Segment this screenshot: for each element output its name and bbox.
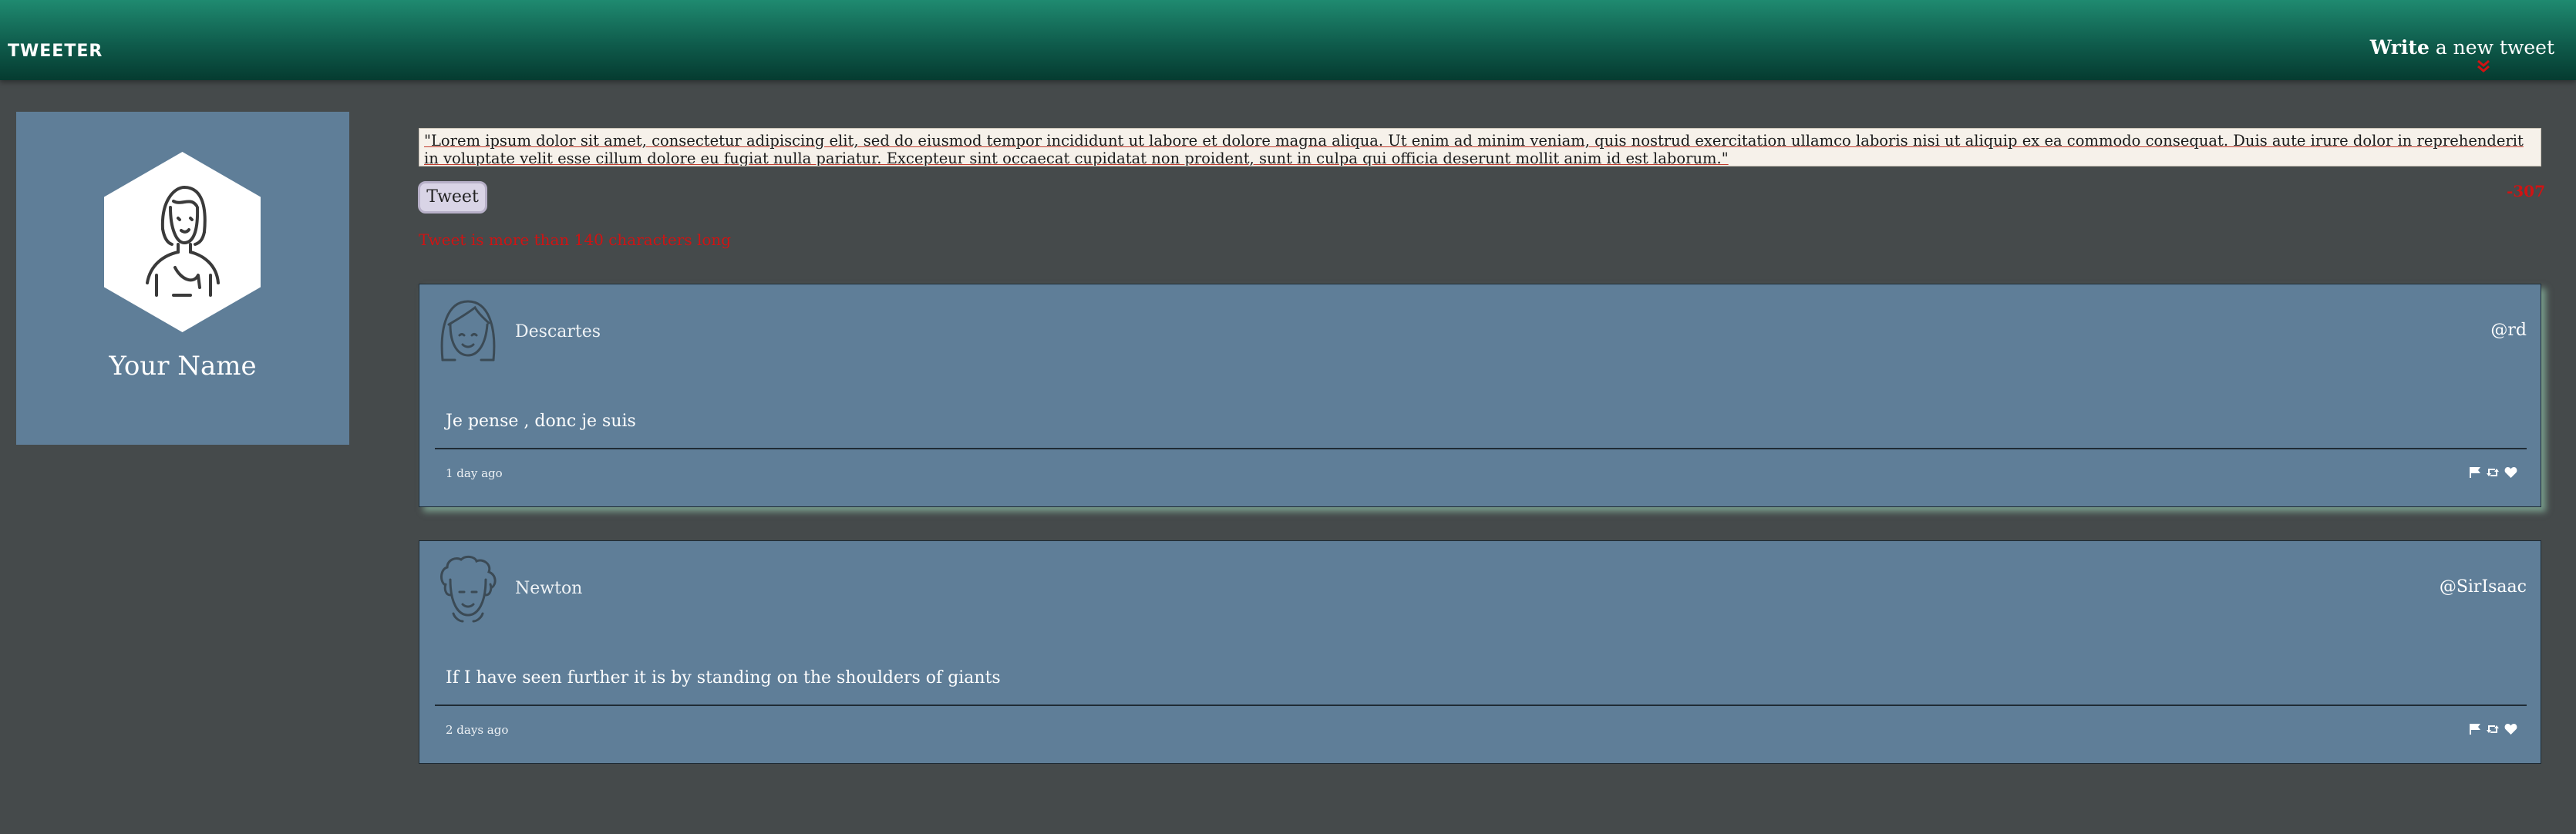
tweet-author[interactable]: Newton [515,579,582,598]
profile-name: Your Name [109,351,257,382]
profile-card: Your Name [16,112,349,445]
tweet-actions [2469,465,2517,480]
tweet-card: Descartes @rd Je pense , donc je suis 1 … [419,284,2541,507]
retweet-icon[interactable] [2486,466,2500,479]
tweet-actions [2469,721,2517,737]
tweet-timestamp: 2 days ago [446,723,509,737]
tweet-button[interactable]: Tweet [418,181,487,214]
tweet-compose-input[interactable]: "Lorem ipsum dolor sit amet, consectetur… [419,128,2541,166]
flag-icon[interactable] [2469,466,2481,479]
compose-text: "Lorem ipsum dolor sit amet, consectetur… [424,132,2524,166]
flag-icon[interactable] [2469,723,2481,735]
tweet-divider [435,705,2527,706]
heart-icon[interactable] [2504,466,2517,479]
tweet-handle[interactable]: @SirIsaac [2440,577,2527,597]
write-new-tweet-link[interactable]: Write a new tweet [2370,36,2554,59]
tweet-timestamp: 1 day ago [446,466,503,480]
tweet-handle[interactable]: @rd [2490,321,2527,340]
tweet-text: If I have seen further it is by standing… [446,668,1001,688]
tweet-divider [435,448,2527,449]
girl-avatar-icon [440,300,496,362]
tweet-text: Je pense , donc je suis [446,412,636,431]
write-label-rest: a new tweet [2429,36,2554,59]
retweet-icon[interactable] [2486,723,2500,735]
character-counter: -307 [2506,182,2545,200]
tweet-card: Newton @SirIsaac If I have seen further … [419,540,2541,764]
double-chevron-down-icon[interactable] [2473,59,2494,74]
write-label-bold: Write [2369,36,2430,59]
tweet-author[interactable]: Descartes [515,322,601,341]
heart-icon[interactable] [2504,723,2517,735]
man-avatar-icon [440,555,497,623]
top-nav-bar: TWEETER Write a new tweet [0,0,2576,80]
error-message: Tweet is more than 140 characters long [419,230,732,249]
user-avatar-icon [104,152,261,332]
app-logo[interactable]: TWEETER [8,42,103,61]
